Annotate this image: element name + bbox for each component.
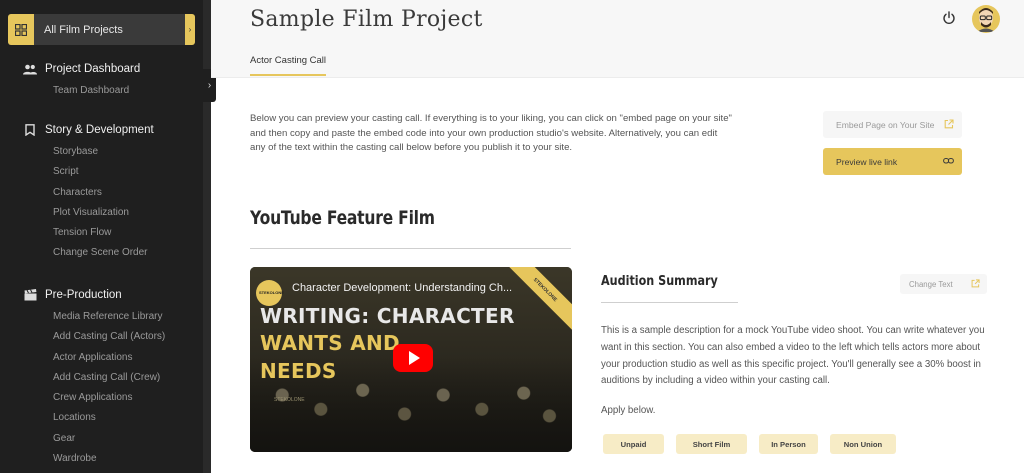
people-icon bbox=[23, 62, 37, 76]
apply-below-text: Apply below. bbox=[601, 405, 656, 416]
video-title[interactable]: Character Development: Understanding Ch.… bbox=[292, 282, 512, 294]
sidebar-item-gear[interactable]: Gear bbox=[0, 429, 203, 449]
nav-header-label: Pre-Production bbox=[45, 289, 122, 301]
nav-header-label: Story & Development bbox=[45, 124, 154, 136]
preview-live-link-button[interactable]: Preview live link bbox=[823, 148, 962, 175]
section-story-development: Story & Development Storybase Script Cha… bbox=[0, 120, 203, 264]
divider bbox=[601, 302, 738, 303]
thumbnail-headline-line2: WANTS AND bbox=[260, 331, 400, 355]
sidebar-item-wardrobe[interactable]: Wardrobe bbox=[0, 449, 203, 469]
preview-live-link-label: Preview live link bbox=[836, 156, 898, 167]
page-header: Sample Film Project Actor Casting Call bbox=[211, 0, 1024, 78]
change-text-label: Change Text bbox=[909, 279, 953, 289]
play-icon bbox=[409, 351, 420, 365]
nav-header-label: Project Dashboard bbox=[45, 63, 141, 75]
sidebar-item-add-casting-call-crew[interactable]: Add Casting Call (Crew) bbox=[0, 368, 203, 388]
external-link-icon bbox=[971, 279, 980, 290]
audition-summary-text: This is a sample description for a mock … bbox=[601, 325, 985, 387]
clapperboard-icon bbox=[23, 288, 37, 302]
section-project-dashboard: Project Dashboard Team Dashboard bbox=[0, 59, 203, 101]
sidebar-item-storybase[interactable]: Storybase bbox=[0, 142, 203, 162]
avatar[interactable] bbox=[972, 5, 1000, 33]
sidebar-item-team-dashboard[interactable]: Team Dashboard bbox=[0, 81, 203, 101]
embed-page-label: Embed Page on Your Site bbox=[836, 119, 935, 130]
tag-non-union: Non Union bbox=[830, 434, 896, 454]
film-title: YouTube Feature Film bbox=[250, 207, 435, 229]
tag-list: Unpaid Short Film In Person Non Union bbox=[603, 434, 908, 454]
play-button[interactable] bbox=[393, 344, 433, 372]
chevron-right-icon: › bbox=[207, 80, 212, 91]
embed-page-button[interactable]: Embed Page on Your Site bbox=[823, 111, 962, 138]
sidebar-item-locations[interactable]: Locations bbox=[0, 408, 203, 428]
sidebar-item-crew-applications[interactable]: Crew Applications bbox=[0, 388, 203, 408]
change-text-button[interactable]: Change Text bbox=[900, 274, 987, 294]
grid-icon bbox=[8, 14, 34, 45]
link-icon bbox=[943, 157, 954, 167]
sidebar-item-characters[interactable]: Characters bbox=[0, 183, 203, 203]
tab-actor-casting-call[interactable]: Actor Casting Call bbox=[250, 55, 326, 66]
channel-name: STEKOLONE bbox=[259, 290, 284, 295]
nav-header-story-development[interactable]: Story & Development bbox=[0, 120, 203, 140]
thumbnail-headline-line1: WRITING: CHARACTER bbox=[260, 304, 515, 328]
sidebar-item-media-reference-library[interactable]: Media Reference Library bbox=[0, 307, 203, 327]
sidebar-item-tension-flow[interactable]: Tension Flow bbox=[0, 223, 203, 243]
video-embed[interactable]: STEKOLONE Character Development: Underst… bbox=[250, 267, 572, 452]
thumbnail-headline-line3: NEEDS bbox=[260, 359, 337, 383]
sidebar-item-script[interactable]: Script bbox=[0, 162, 203, 182]
tab-active-indicator bbox=[250, 74, 326, 76]
intro-text: Below you can preview your casting call.… bbox=[250, 113, 732, 154]
page-title: Sample Film Project bbox=[250, 7, 483, 32]
external-link-icon bbox=[944, 119, 954, 131]
nav-header-project-dashboard[interactable]: Project Dashboard bbox=[0, 59, 203, 79]
tag-in-person: In Person bbox=[759, 434, 818, 454]
bookmark-icon bbox=[23, 123, 37, 137]
sidebar-item-plot-visualization[interactable]: Plot Visualization bbox=[0, 203, 203, 223]
divider bbox=[250, 248, 571, 249]
tag-unpaid: Unpaid bbox=[603, 434, 664, 454]
power-icon[interactable] bbox=[942, 11, 956, 25]
tag-short-film: Short Film bbox=[676, 434, 747, 454]
sidebar: All Film Projects › Project Dashboard Te… bbox=[0, 0, 203, 473]
section-pre-production: Pre-Production Media Reference Library A… bbox=[0, 285, 203, 469]
sidebar-item-actor-applications[interactable]: Actor Applications bbox=[0, 348, 203, 368]
chevron-right-icon: › bbox=[185, 14, 195, 45]
nav-header-pre-production[interactable]: Pre-Production bbox=[0, 285, 203, 305]
all-film-projects-button[interactable]: All Film Projects › bbox=[8, 14, 195, 45]
audition-summary-title: Audition Summary bbox=[601, 274, 718, 289]
all-film-projects-label: All Film Projects bbox=[44, 23, 123, 36]
sidebar-item-add-casting-call-actors[interactable]: Add Casting Call (Actors) bbox=[0, 327, 203, 347]
thumbnail-watermark: STEKOLONE bbox=[274, 397, 305, 403]
sidebar-item-change-scene-order[interactable]: Change Scene Order bbox=[0, 243, 203, 263]
